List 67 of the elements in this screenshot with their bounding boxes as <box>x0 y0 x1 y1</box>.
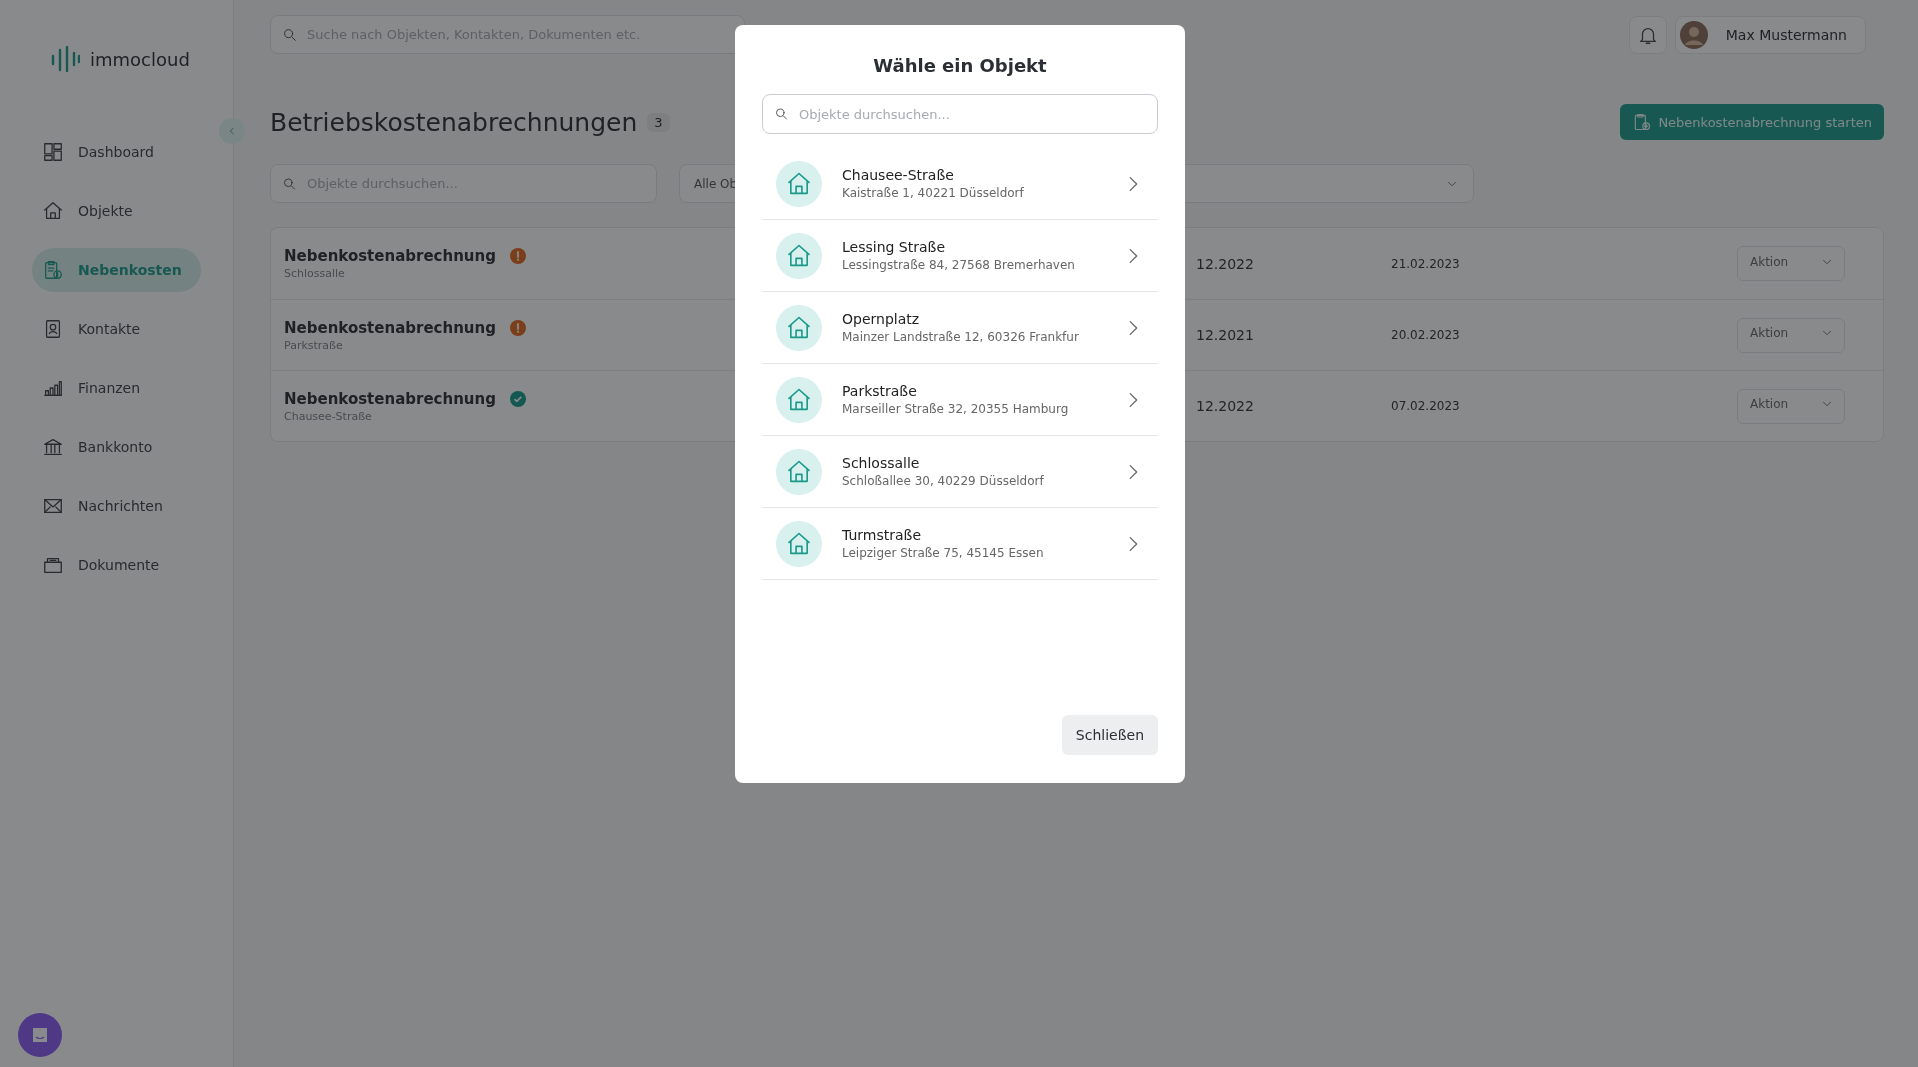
object-list-item[interactable]: Turmstraße Leipziger Straße 75, 45145 Essen <box>762 508 1158 580</box>
row-title: Nebenkostenabrechnung <box>284 389 496 408</box>
house-icon <box>776 304 822 351</box>
bank-icon <box>42 436 64 458</box>
object-list-item[interactable]: Chausee-Straße Kaistraße 1, 40221 Düsseldorf <box>762 148 1158 220</box>
count-badge: 3 <box>647 112 670 132</box>
action-select[interactable]: Aktion <box>1737 317 1845 353</box>
close-button[interactable]: Schließen <box>1061 715 1158 755</box>
object-list-item[interactable]: Lessing Straße Lessingstraße 84, 27568 Bremerhaven <box>762 220 1158 292</box>
sidebar-item[interactable]: Dokumente <box>32 543 201 587</box>
dialog-search-field[interactable]: Objekte durchsuchen... <box>762 94 1158 134</box>
sidebar-item[interactable]: Objekte <box>32 189 201 233</box>
dashboard-icon <box>42 141 64 163</box>
object-list-item[interactable]: Opernplatz Mainzer Landstraße 12, 60326 Frankfur <box>762 292 1158 364</box>
house-icon <box>42 200 64 222</box>
period-cell-text: 12.2022 <box>1196 255 1255 272</box>
row-subtitle: Parkstraße <box>284 338 343 352</box>
period-cell-text: 12.2022 <box>1196 398 1255 414</box>
action-select[interactable]: Aktion <box>1737 246 1845 281</box>
search-icon <box>774 106 789 122</box>
house-icon <box>776 448 822 495</box>
page-title: Betriebskostenabrechnungen <box>270 107 638 137</box>
object-address: Marseiller Straße 32, 20355 Hamburg <box>842 402 1070 416</box>
user-menu-button[interactable]: Max Mustermann <box>1674 15 1866 54</box>
object-name: Schlossalle <box>842 455 921 471</box>
object-name: Parkstraße <box>842 383 918 399</box>
date-cell-text: 07.02.2023 <box>1391 399 1461 413</box>
object-name: Opernplatz <box>842 311 921 327</box>
action-select[interactable]: Aktion <box>1737 388 1845 424</box>
object-list-item[interactable]: Parkstraße Marseiller Straße 32, 20355 Hamburg <box>762 364 1158 436</box>
start-billing-button[interactable]: Nebenkostenabrechnung starten <box>1620 104 1884 140</box>
object-address: Mainzer Landstraße 12, 60326 Frankfur <box>842 330 1080 344</box>
sidebar-item[interactable]: Nachrichten <box>32 484 201 528</box>
object-name: Chausee-Straße <box>842 167 955 183</box>
date-cell-text: 20.02.2023 <box>1391 328 1461 342</box>
period-cell-text: 12.2021 <box>1196 327 1255 343</box>
logo-text: immocloud <box>90 48 190 70</box>
house-icon <box>776 520 822 567</box>
object-address: Schloßallee 30, 40229 Düsseldorf <box>842 474 1045 488</box>
row-title: Nebenkostenabrechnung <box>284 247 496 265</box>
sidebar-item[interactable]: Kontakte <box>32 307 201 351</box>
notifications-button[interactable] <box>1628 15 1667 54</box>
object-address: Kaistraße 1, 40221 Düsseldorf <box>842 186 1025 200</box>
search-icon <box>282 26 298 43</box>
object-name: Lessing Straße <box>842 239 946 255</box>
object-address: Leipziger Straße 75, 45145 Essen <box>842 546 1045 560</box>
object-name: Turmstraße <box>842 527 922 543</box>
row-subtitle: Chausee-Straße <box>284 409 372 423</box>
date-cell-text: 21.02.2023 <box>1391 256 1461 271</box>
chat-icon <box>31 1026 49 1044</box>
sidebar-item[interactable]: Dashboard <box>32 130 201 174</box>
avatar-icon <box>1679 20 1708 49</box>
object-address: Lessingstraße 84, 27568 Bremerhaven <box>842 258 1076 272</box>
house-icon <box>776 160 822 207</box>
house-icon <box>776 376 822 423</box>
house-icon <box>776 232 822 279</box>
search-icon <box>282 176 297 191</box>
row-subtitle: Schlossalle <box>284 267 345 280</box>
logo-icon <box>50 46 80 72</box>
object-list-item[interactable]: Schlossalle Schloßallee 30, 40229 Düsseldorf <box>762 436 1158 508</box>
dialog-title: Wähle ein Objekt <box>872 55 1048 76</box>
sidebar-item[interactable]: Bankkonto <box>32 425 201 469</box>
chat-button[interactable] <box>18 1013 62 1057</box>
sidebar-item[interactable]: Finanzen <box>32 366 201 410</box>
clipboard-plus-icon <box>1632 112 1653 132</box>
clipboard-coin-icon <box>42 259 64 281</box>
row-title: Nebenkostenabrechnung <box>284 318 496 337</box>
